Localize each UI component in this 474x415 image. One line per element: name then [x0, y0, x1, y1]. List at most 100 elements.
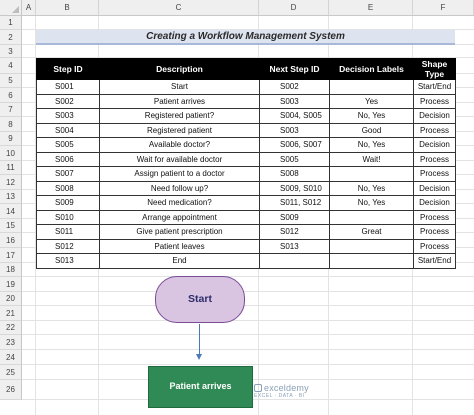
- cell-shape-type[interactable]: Process: [413, 238, 456, 254]
- row-header-22[interactable]: 22: [0, 321, 22, 335]
- cell-step-id[interactable]: S002: [36, 93, 100, 109]
- cell-next-step-id[interactable]: S009: [259, 209, 330, 225]
- row-header-18[interactable]: 18: [0, 263, 22, 277]
- row-header-11[interactable]: 11: [0, 161, 22, 175]
- cell-step-id[interactable]: S003: [36, 108, 100, 124]
- cell-shape-type[interactable]: Process: [413, 224, 456, 240]
- cell-next-step-id[interactable]: [259, 253, 330, 269]
- cell-next-step-id[interactable]: S005: [259, 151, 330, 167]
- row-header-16[interactable]: 16: [0, 233, 22, 248]
- cell-next-step-id[interactable]: S011, S012: [259, 195, 330, 211]
- cell-decision-label[interactable]: Wait!: [329, 151, 414, 167]
- column-header-b[interactable]: B: [36, 0, 99, 16]
- cell-shape-type[interactable]: Process: [413, 93, 456, 109]
- cell-shape-type[interactable]: Start/End: [413, 79, 456, 95]
- cell-next-step-id[interactable]: S012: [259, 224, 330, 240]
- header-decision-labels[interactable]: Decision Labels: [329, 58, 414, 80]
- cell-step-id[interactable]: S012: [36, 238, 100, 254]
- cell-next-step-id[interactable]: S008: [259, 166, 330, 182]
- row-header-17[interactable]: 17: [0, 248, 22, 263]
- cell-description[interactable]: End: [99, 253, 260, 269]
- column-header-a[interactable]: A: [22, 0, 36, 16]
- row-header-15[interactable]: 15: [0, 219, 22, 233]
- cell-shape-type[interactable]: Decision: [413, 108, 456, 124]
- column-header-e[interactable]: E: [329, 0, 413, 16]
- row-header-23[interactable]: 23: [0, 335, 22, 350]
- cell-decision-label[interactable]: No, Yes: [329, 137, 414, 153]
- cell-decision-label[interactable]: No, Yes: [329, 180, 414, 196]
- cell-step-id[interactable]: S005: [36, 137, 100, 153]
- row-header-21[interactable]: 21: [0, 306, 22, 321]
- row-header-9[interactable]: 9: [0, 132, 22, 146]
- header-description[interactable]: Description: [99, 58, 260, 80]
- row-header-6[interactable]: 6: [0, 88, 22, 103]
- cell-shape-type[interactable]: Decision: [413, 137, 456, 153]
- flowchart-process-shape[interactable]: Patient arrives: [148, 366, 253, 408]
- row-header-4[interactable]: 4: [0, 58, 22, 74]
- cell-decision-label[interactable]: No, Yes: [329, 108, 414, 124]
- row-header-19[interactable]: 19: [0, 277, 22, 292]
- row-header-12[interactable]: 12: [0, 175, 22, 190]
- cell-description[interactable]: Need follow up?: [99, 180, 260, 196]
- cell-decision-label[interactable]: [329, 238, 414, 254]
- row-header-2[interactable]: 2: [0, 30, 22, 45]
- cell-step-id[interactable]: S009: [36, 195, 100, 211]
- cell-decision-label[interactable]: Great: [329, 224, 414, 240]
- cell-next-step-id[interactable]: S004, S005: [259, 108, 330, 124]
- row-header-1[interactable]: 1: [0, 16, 22, 30]
- cell-next-step-id[interactable]: S003: [259, 93, 330, 109]
- cell-decision-label[interactable]: [329, 253, 414, 269]
- cell-shape-type[interactable]: Start/End: [413, 253, 456, 269]
- cell-shape-type[interactable]: Decision: [413, 195, 456, 211]
- column-header-d[interactable]: D: [259, 0, 329, 16]
- cell-description[interactable]: Registered patient?: [99, 108, 260, 124]
- cell-description[interactable]: Available doctor?: [99, 137, 260, 153]
- cell-description[interactable]: Start: [99, 79, 260, 95]
- cell-description[interactable]: Patient leaves: [99, 238, 260, 254]
- header-next-step-id[interactable]: Next Step ID: [259, 58, 330, 80]
- cell-shape-type[interactable]: Process: [413, 166, 456, 182]
- cell-decision-label[interactable]: [329, 79, 414, 95]
- cell-shape-type[interactable]: Decision: [413, 180, 456, 196]
- cell-step-id[interactable]: S013: [36, 253, 100, 269]
- cell-step-id[interactable]: S010: [36, 209, 100, 225]
- cell-next-step-id[interactable]: S006, S007: [259, 137, 330, 153]
- cell-description[interactable]: Wait for available doctor: [99, 151, 260, 167]
- cell-next-step-id[interactable]: S003: [259, 122, 330, 138]
- cell-description[interactable]: Registered patient: [99, 122, 260, 138]
- cell-shape-type[interactable]: Process: [413, 122, 456, 138]
- row-header-25[interactable]: 25: [0, 365, 22, 380]
- column-header-c[interactable]: C: [99, 0, 259, 16]
- cell-next-step-id[interactable]: S009, S010: [259, 180, 330, 196]
- cell-shape-type[interactable]: Process: [413, 151, 456, 167]
- row-header-26[interactable]: 26: [0, 380, 22, 400]
- column-header-f[interactable]: F: [413, 0, 474, 16]
- row-header-3[interactable]: 3: [0, 45, 22, 58]
- cell-step-id[interactable]: S004: [36, 122, 100, 138]
- cell-step-id[interactable]: S001: [36, 79, 100, 95]
- cell-description[interactable]: Assign patient to a doctor: [99, 166, 260, 182]
- cell-description[interactable]: Patient arrives: [99, 93, 260, 109]
- cell-step-id[interactable]: S011: [36, 224, 100, 240]
- cell-decision-label[interactable]: Yes: [329, 93, 414, 109]
- row-header-13[interactable]: 13: [0, 190, 22, 204]
- cell-description[interactable]: Give patient prescription: [99, 224, 260, 240]
- row-header-8[interactable]: 8: [0, 117, 22, 132]
- row-header-20[interactable]: 20: [0, 292, 22, 306]
- row-header-7[interactable]: 7: [0, 103, 22, 117]
- cell-step-id[interactable]: S007: [36, 166, 100, 182]
- header-step-id[interactable]: Step ID: [36, 58, 100, 80]
- header-shape-type[interactable]: Shape Type: [413, 58, 456, 80]
- cell-step-id[interactable]: S008: [36, 180, 100, 196]
- row-header-14[interactable]: 14: [0, 204, 22, 219]
- cell-decision-label[interactable]: [329, 209, 414, 225]
- row-header-5[interactable]: 5: [0, 74, 22, 88]
- flowchart-start-shape[interactable]: Start: [155, 276, 245, 323]
- flowchart-connector-arrow[interactable]: [199, 324, 200, 355]
- select-all-corner[interactable]: [0, 0, 22, 16]
- row-header-24[interactable]: 24: [0, 350, 22, 365]
- cell-step-id[interactable]: S006: [36, 151, 100, 167]
- cell-decision-label[interactable]: No, Yes: [329, 195, 414, 211]
- cell-next-step-id[interactable]: S013: [259, 238, 330, 254]
- cell-decision-label[interactable]: [329, 166, 414, 182]
